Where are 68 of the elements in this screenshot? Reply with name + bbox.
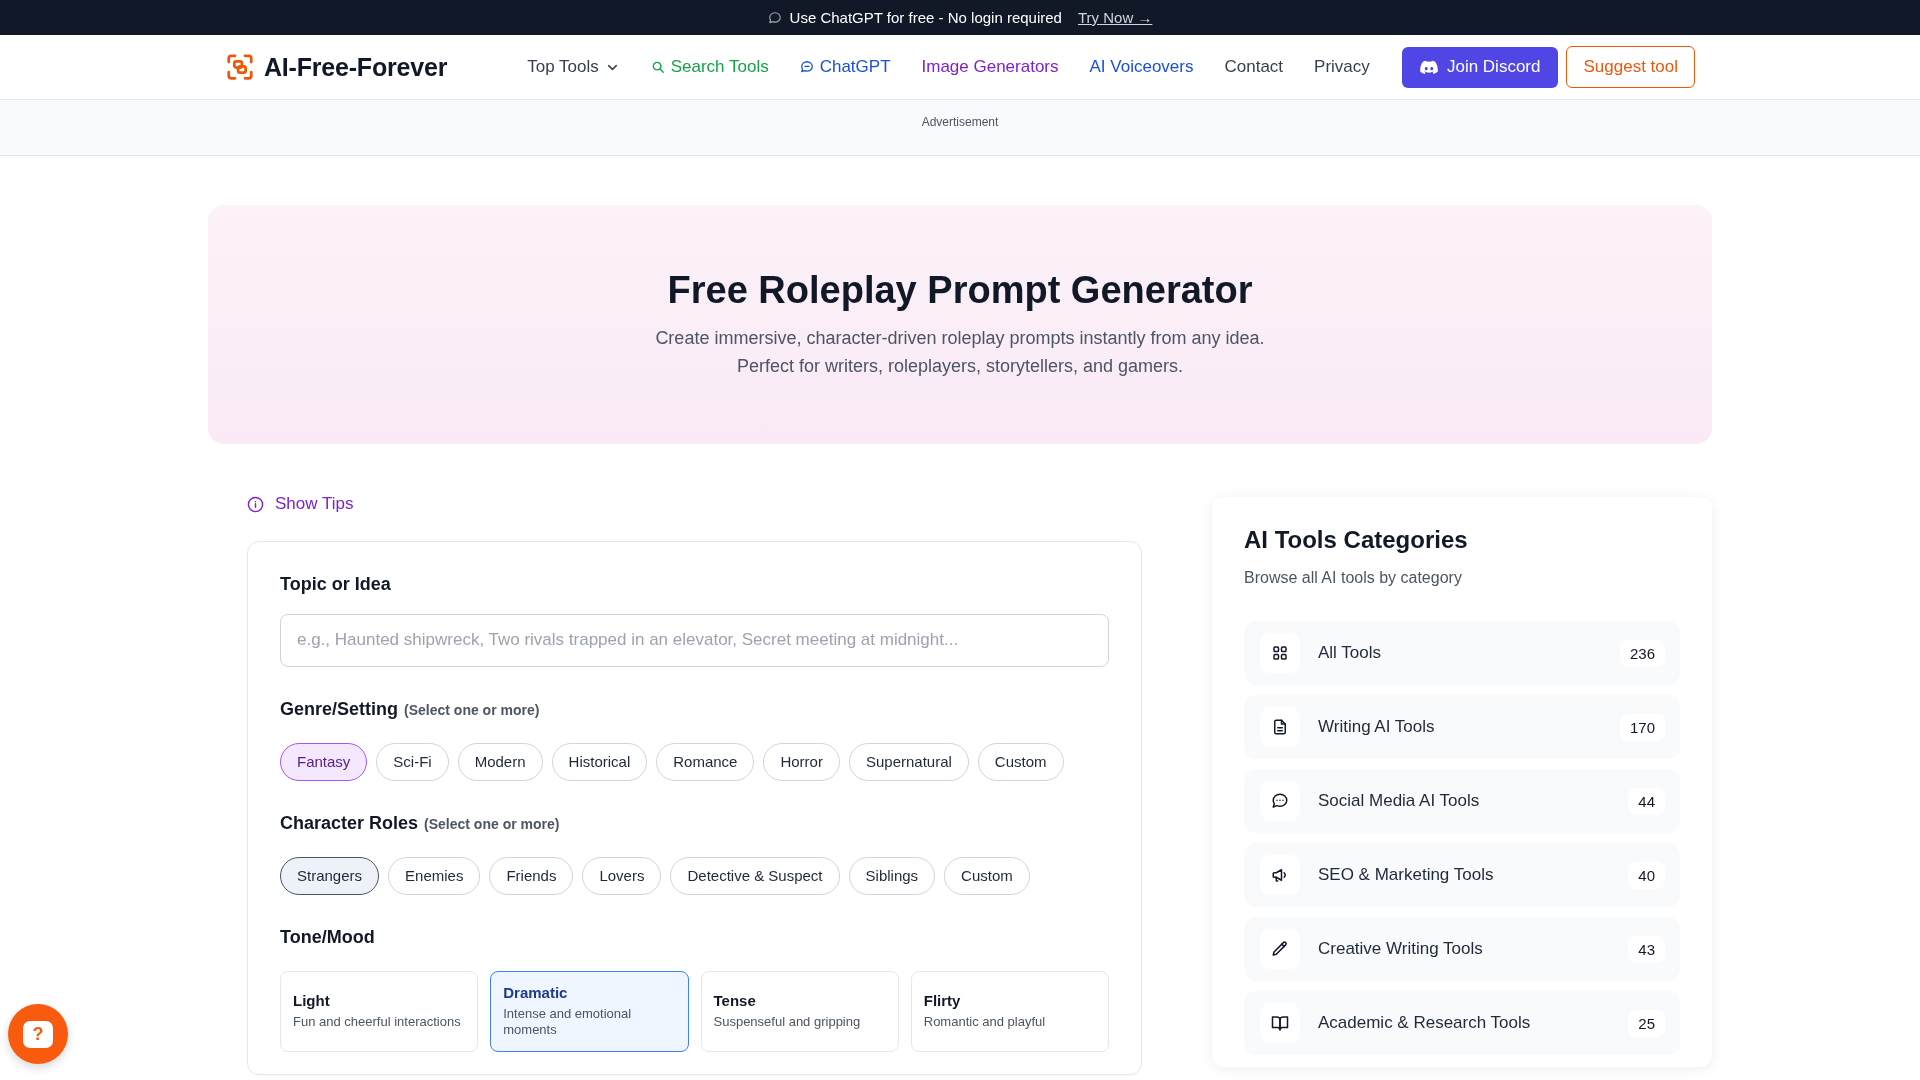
genre-chip[interactable]: Fantasy <box>280 742 368 781</box>
logo-icon <box>225 52 255 82</box>
logo-link[interactable]: AI-Free-Forever <box>225 52 448 82</box>
nav-link[interactable]: ChatGPT <box>799 57 891 77</box>
role-chip[interactable]: Detective & Suspect <box>670 856 840 895</box>
show-tips-link[interactable]: Show Tips <box>247 492 354 516</box>
field-label: Genre/Setting <box>280 698 399 720</box>
role-chip[interactable]: Siblings <box>848 856 936 895</box>
role-chip[interactable]: Custom <box>944 856 1030 895</box>
chat-bubble-icon <box>767 10 782 25</box>
panel-subtitle: Browse all AI tools by category <box>1244 568 1463 588</box>
tone-option[interactable]: Light Fun and cheerful interactions <box>280 970 479 1052</box>
topic-input[interactable]: e.g., Haunted shipwreck, Two rivals trapped in an elevator, Secret meeting at midnight... <box>280 613 1109 667</box>
suggest-tool-button[interactable]: Suggest tool <box>1566 46 1695 88</box>
field-label: Character Roles <box>280 812 419 834</box>
ad-label: Advertisement <box>921 115 999 129</box>
pencil-icon <box>1260 929 1300 969</box>
category-item[interactable]: Academic & Research Tools 25 <box>1244 991 1680 1055</box>
genre-chip[interactable]: Horror <box>763 742 840 781</box>
tone-option[interactable]: Flirty Romantic and playful <box>910 970 1109 1052</box>
tool-count: 25 <box>1628 1009 1665 1037</box>
megaphone-icon <box>1260 855 1300 895</box>
category-item[interactable]: Social Media AI Tools 44 <box>1244 769 1680 833</box>
category-item[interactable]: Creative Writing Tools 43 <box>1244 917 1680 981</box>
tool-count: 43 <box>1628 935 1665 963</box>
announcement-text: Use ChatGPT for free - No login required <box>789 9 1062 26</box>
category-item[interactable]: SEO & Marketing Tools 40 <box>1244 843 1680 907</box>
nav-link[interactable]: Contact <box>1224 57 1284 77</box>
category-item[interactable]: Writing AI Tools 170 <box>1244 695 1680 759</box>
gamepad-icon <box>1419 59 1438 75</box>
genre-chip[interactable]: Supernatural <box>848 742 969 781</box>
nav-link[interactable]: AI Voiceovers <box>1089 57 1194 77</box>
field-hint: (Select one or more) <box>404 701 540 718</box>
genre-chip[interactable]: Modern <box>457 742 543 781</box>
info-icon <box>247 495 264 513</box>
nav-link[interactable]: Image Generators <box>921 57 1059 77</box>
tool-count: 170 <box>1619 713 1665 741</box>
role-chip[interactable]: Lovers <box>582 856 662 895</box>
hero-subtitle: Perfect for writers, roleplayers, storytellers, and gamers. <box>736 355 1184 378</box>
genre-chip[interactable]: Custom <box>977 742 1064 781</box>
field-label: Topic or Idea <box>280 573 391 595</box>
hero-subtitle: Create immersive, character-driven roleplay prompts instantly from any idea. <box>655 327 1265 350</box>
document-icon <box>1260 707 1300 747</box>
category-item[interactable]: All Tools 236 <box>1244 621 1680 685</box>
chat-bubble-icon <box>799 60 814 74</box>
tool-count: 44 <box>1628 787 1665 815</box>
grid-icon <box>1260 633 1300 673</box>
panel-title: AI Tools Categories <box>1244 525 1469 555</box>
role-chip[interactable]: Strangers <box>280 856 380 895</box>
join-discord-button[interactable]: Join Discord <box>1401 46 1559 88</box>
try-now-link[interactable]: Try Now → <box>1077 9 1153 26</box>
tone-option[interactable]: Dramatic Intense and emotional moments <box>490 970 689 1052</box>
field-hint: (Select one or more) <box>424 815 560 832</box>
search-icon <box>650 60 665 74</box>
genre-chip[interactable]: Historical <box>551 742 648 781</box>
nav-link[interactable]: Top Tools <box>527 57 620 77</box>
tool-count: 40 <box>1628 861 1665 889</box>
book-icon <box>1260 1003 1300 1043</box>
chat-bubble-icon <box>1260 781 1300 821</box>
genre-chip[interactable]: Romance <box>656 742 755 781</box>
role-chip[interactable]: Enemies <box>388 856 481 895</box>
tone-option[interactable]: Tense Suspenseful and gripping <box>700 970 899 1052</box>
tool-count: 236 <box>1619 639 1665 667</box>
nav-link[interactable]: Privacy <box>1314 57 1370 77</box>
page-title: Free Roleplay Prompt Generator <box>667 268 1253 313</box>
field-label: Tone/Mood <box>280 926 375 948</box>
role-chip[interactable]: Friends <box>489 856 574 895</box>
genre-chip[interactable]: Sci-Fi <box>376 742 449 781</box>
